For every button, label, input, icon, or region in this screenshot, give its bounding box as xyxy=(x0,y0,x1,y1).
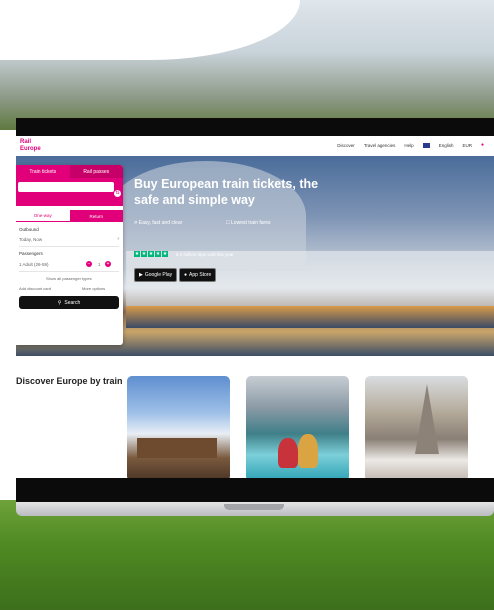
more-options-link[interactable]: More options xyxy=(82,286,105,291)
fast-icon: » xyxy=(134,220,138,226)
currency-select[interactable]: EUR xyxy=(462,143,472,148)
app-store-button[interactable]: ● App Store xyxy=(179,268,217,282)
chevron-right-icon[interactable]: › xyxy=(117,236,119,242)
nav-help[interactable]: Help xyxy=(404,143,413,148)
minus-icon[interactable]: − xyxy=(86,261,92,267)
trip-type-toggle: One-way Return xyxy=(16,210,123,222)
top-nav: Discover Travel agencies Help English EU… xyxy=(337,142,484,148)
from-field[interactable] xyxy=(18,182,114,192)
feature-fares: □ Lowest train fares xyxy=(226,220,271,226)
profile-icon[interactable]: ● xyxy=(481,142,484,148)
star-icon: ★ xyxy=(155,251,161,257)
google-play-button[interactable]: ▶ Google Play xyxy=(134,268,178,282)
passengers-label: Passengers xyxy=(19,251,43,256)
search-button[interactable]: ⚲ Search xyxy=(19,296,119,309)
star-icon: ★ xyxy=(162,251,168,257)
chalet-roof xyxy=(137,438,217,458)
laptop-bezel-bottom xyxy=(16,478,494,502)
divider xyxy=(19,271,119,272)
apple-icon: ● xyxy=(184,272,188,278)
nav-travel-agencies[interactable]: Travel agencies xyxy=(364,143,396,148)
trust-text: 6,4 million trips sold this year xyxy=(176,252,234,257)
oneway-option[interactable]: One-way xyxy=(16,210,70,222)
passenger-count: 1 xyxy=(98,262,101,267)
star-icon: ★ xyxy=(134,251,140,257)
outbound-label: Outbound xyxy=(19,227,39,232)
trustpilot-stars: ★ ★ ★ ★ ★ xyxy=(134,251,168,257)
fare-icon: □ xyxy=(226,220,230,226)
flag-icon[interactable] xyxy=(422,142,430,148)
destination-card-paris[interactable] xyxy=(365,376,468,478)
star-icon: ★ xyxy=(148,251,154,257)
traveler-figure xyxy=(298,434,318,468)
return-option[interactable]: Return xyxy=(69,210,123,222)
destination-card-lake[interactable] xyxy=(246,376,349,478)
outbound-value[interactable]: Today, Now xyxy=(19,237,42,242)
traveler-figure xyxy=(278,438,298,468)
laptop-bezel-top xyxy=(16,118,494,136)
plus-icon[interactable]: + xyxy=(105,261,111,267)
star-icon: ★ xyxy=(141,251,147,257)
destination-card-alps[interactable] xyxy=(127,376,230,478)
discover-title: Discover Europe by train xyxy=(16,376,123,386)
laptop-notch xyxy=(224,504,284,510)
rail-europe-logo[interactable]: Rail Europe xyxy=(20,139,41,153)
tab-train-tickets[interactable]: Train tickets xyxy=(16,165,70,178)
site-header: Rail Europe Discover Travel agencies Hel… xyxy=(16,136,494,157)
passenger-type: 1 Adult (26-59) xyxy=(19,262,49,267)
eiffel-tower xyxy=(415,384,439,454)
laptop-base xyxy=(16,502,494,516)
swap-icon[interactable]: ⇅ xyxy=(114,190,121,197)
feature-easy: » Easy, fast and clear xyxy=(134,220,183,226)
discount-card-link[interactable]: Add discount card xyxy=(19,286,51,291)
grass-photo-background xyxy=(0,500,494,610)
tab-rail-passes[interactable]: Rail passes xyxy=(69,165,123,178)
hero-title: Buy European train tickets, the safe and… xyxy=(134,177,319,207)
search-panel: Train tickets Rail passes ⇅ One-way Retu… xyxy=(16,165,123,345)
nav-discover[interactable]: Discover xyxy=(337,143,355,148)
laptop-screen: Rail Europe Discover Travel agencies Hel… xyxy=(16,136,494,478)
search-icon: ⚲ xyxy=(57,299,62,306)
google-play-icon: ▶ xyxy=(139,272,143,278)
language-select[interactable]: English xyxy=(439,143,454,148)
divider xyxy=(19,246,119,247)
passenger-types-link[interactable]: Show all passenger types xyxy=(46,276,92,281)
river-lights xyxy=(126,306,494,328)
